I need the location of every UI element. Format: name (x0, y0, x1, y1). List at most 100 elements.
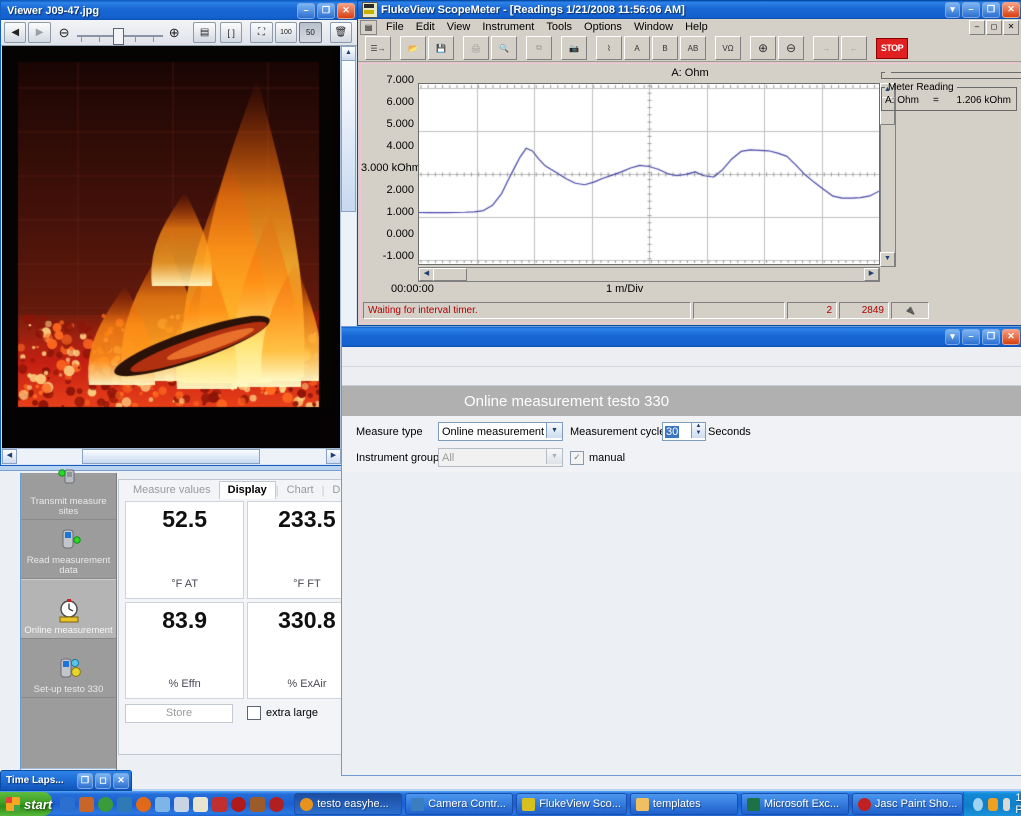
scroll-up-button[interactable]: ▲ (341, 46, 356, 61)
reading-cell[interactable]: 52.5 °F AT (125, 501, 244, 599)
quicklaunch-firefox-icon[interactable] (136, 797, 151, 812)
flukeview-maximize-button[interactable]: ❐ (982, 2, 1000, 18)
transfer-from-instrument-button[interactable]: ← (841, 36, 867, 60)
manual-checkbox[interactable] (570, 451, 584, 465)
mdi-restore-button[interactable]: ◻ (986, 20, 1002, 35)
time-lapse-window[interactable]: Time Laps... ❐ ◻ ✕ (0, 770, 132, 791)
quicklaunch-window-icon[interactable] (174, 797, 189, 812)
fit-width-button[interactable]: [ ] (220, 22, 242, 43)
print-preview-button[interactable]: 🔍 (491, 36, 517, 60)
extra-large-checkbox-row[interactable]: extra large (247, 706, 318, 720)
time-lapse-restore-button[interactable]: ❐ (77, 773, 93, 789)
prev-image-button[interactable]: ◀ (4, 22, 26, 43)
quicklaunch-opera-icon[interactable] (98, 797, 113, 812)
time-lapse-close-button[interactable]: ✕ (113, 773, 129, 789)
zoom-out-icon[interactable]: ⊖ (53, 22, 75, 43)
chart-vertical-scrollbar[interactable]: ▲ ▼ (880, 83, 896, 267)
tab-measure-values[interactable]: Measure values (125, 482, 219, 499)
delete-button[interactable]: 🗑 (330, 22, 352, 43)
quicklaunch-desktop-icon[interactable] (155, 797, 170, 812)
spinner-buttons[interactable]: ▲▼ (691, 423, 705, 438)
viewer-close-button[interactable]: ✕ (337, 3, 355, 19)
sidebar-item-read-measurement-data[interactable]: Read measurement data (21, 520, 116, 579)
flukeview-close-button[interactable]: ✕ (1002, 2, 1020, 18)
zoom-out-button[interactable]: ⊖ (778, 36, 804, 60)
filmstrip-button[interactable]: ▤ (193, 22, 215, 43)
instrument-group-select[interactable]: All ▼ (438, 448, 563, 467)
vertical-scroll-thumb[interactable] (341, 60, 356, 212)
menu-options[interactable]: Options (578, 21, 628, 33)
taskbar-item-testo-easyheat[interactable]: testo easyhe... (294, 793, 402, 815)
measure-type-select[interactable]: Online measurement ▼ (438, 422, 563, 441)
chevron-down-icon[interactable]: ▼ (546, 423, 562, 438)
zoom-slider-knob[interactable] (113, 28, 124, 45)
volt-ohm-hz-button[interactable]: VΩ (715, 36, 741, 60)
taskbar-item-microsoft-excel[interactable]: Microsoft Exc... (741, 793, 849, 815)
horizontal-scroll-thumb[interactable] (82, 449, 260, 464)
measurement-cycle-input[interactable]: 30 ▲▼ (662, 422, 706, 441)
zoom-in-icon[interactable]: ⊕ (163, 22, 185, 43)
start-button[interactable]: start (0, 792, 52, 816)
quicklaunch-record-icon[interactable] (269, 797, 284, 812)
online-measurement-title-bar[interactable]: ▾ – ❐ ✕ (342, 327, 1021, 347)
tray-antivirus-icon[interactable] (988, 798, 998, 811)
menu-edit[interactable]: Edit (410, 21, 441, 33)
tab-display[interactable]: Display (219, 481, 276, 499)
scroll-left-button[interactable]: ◀ (2, 449, 17, 464)
menu-help[interactable]: Help (679, 21, 714, 33)
open-file-button[interactable]: 📂 (400, 36, 426, 60)
print-button[interactable]: 🖨 (463, 36, 489, 60)
quicklaunch-jasc-icon[interactable] (231, 797, 246, 812)
clock[interactable]: 1:31 PM (1015, 792, 1021, 816)
waveform-ab-button[interactable]: AB (680, 36, 706, 60)
manual-checkbox-row[interactable]: manual (570, 451, 625, 465)
viewer-horizontal-scrollbar[interactable]: ◀ ▶ (2, 448, 356, 464)
copy-button[interactable]: ⧉ (526, 36, 552, 60)
menu-file[interactable]: File (380, 21, 410, 33)
sidebar-item-online-measurement[interactable]: Online measurement (21, 579, 116, 639)
chart-scroll-left-button[interactable]: ◀ (419, 268, 434, 281)
flukeview-restore-down-icon[interactable]: ▾ (945, 2, 960, 18)
taskbar-item-templates[interactable]: templates (630, 793, 738, 815)
chart-scroll-right-button[interactable]: ▶ (864, 268, 879, 281)
tab-chart[interactable]: Chart (279, 482, 322, 499)
online-measurement-restore-down-icon[interactable]: ▾ (945, 329, 960, 345)
camera-button[interactable]: 📷 (561, 36, 587, 60)
reading-cell[interactable]: 83.9 % Effn (125, 602, 244, 700)
quicklaunch-tool-icon[interactable] (250, 797, 265, 812)
zoom-slider[interactable] (77, 23, 161, 42)
chart-scroll-down-button[interactable]: ▼ (880, 252, 895, 267)
viewer-maximize-button[interactable]: ❐ (317, 3, 335, 19)
next-image-button[interactable]: ▶ (28, 22, 50, 43)
quicklaunch-app-icon[interactable] (79, 797, 94, 812)
quicklaunch-notes-icon[interactable] (193, 797, 208, 812)
zoom-50-button[interactable]: 50 (299, 22, 321, 43)
mdi-minimize-button[interactable]: – (969, 20, 985, 35)
tray-update-icon[interactable] (1003, 798, 1010, 811)
stop-button[interactable]: STOP (876, 38, 908, 59)
zoom-in-button[interactable]: ⊕ (750, 36, 776, 60)
store-button[interactable]: Store (125, 704, 233, 723)
chart-horizontal-scroll-thumb[interactable] (433, 268, 467, 281)
connection-status-icon[interactable]: 🔌 (891, 302, 929, 319)
online-measurement-close-button[interactable]: ✕ (1002, 329, 1020, 345)
flukeview-title-bar[interactable]: FlukeView ScopeMeter - [Readings 1/21/20… (358, 1, 1021, 19)
quicklaunch-paint-icon[interactable] (212, 797, 227, 812)
tray-expand-icon[interactable] (973, 798, 983, 811)
menu-tools[interactable]: Tools (540, 21, 578, 33)
transfer-to-instrument-button[interactable]: → (813, 36, 839, 60)
mdi-close-button[interactable]: ✕ (1003, 20, 1019, 35)
quicklaunch-ie-icon[interactable] (60, 797, 75, 812)
spinner-down-icon[interactable]: ▼ (692, 430, 705, 437)
chart-horizontal-scrollbar[interactable]: ◀ ▶ (418, 267, 880, 282)
time-lapse-maximize-button[interactable]: ◻ (95, 773, 111, 789)
fit-page-button[interactable]: ⛶ (250, 22, 272, 43)
quicklaunch-media-icon[interactable] (117, 797, 132, 812)
taskbar-item-camera-control[interactable]: Camera Contr... (405, 793, 513, 815)
waveform-b-button[interactable]: B (652, 36, 678, 60)
sidebar-item-transmit-measure-sites[interactable]: Transmit measure sites (21, 473, 116, 520)
waveform-a-button[interactable]: A (624, 36, 650, 60)
online-measurement-maximize-button[interactable]: ❐ (982, 329, 1000, 345)
flukeview-minimize-button[interactable]: – (962, 2, 980, 18)
chart-plot-area[interactable] (418, 83, 880, 265)
